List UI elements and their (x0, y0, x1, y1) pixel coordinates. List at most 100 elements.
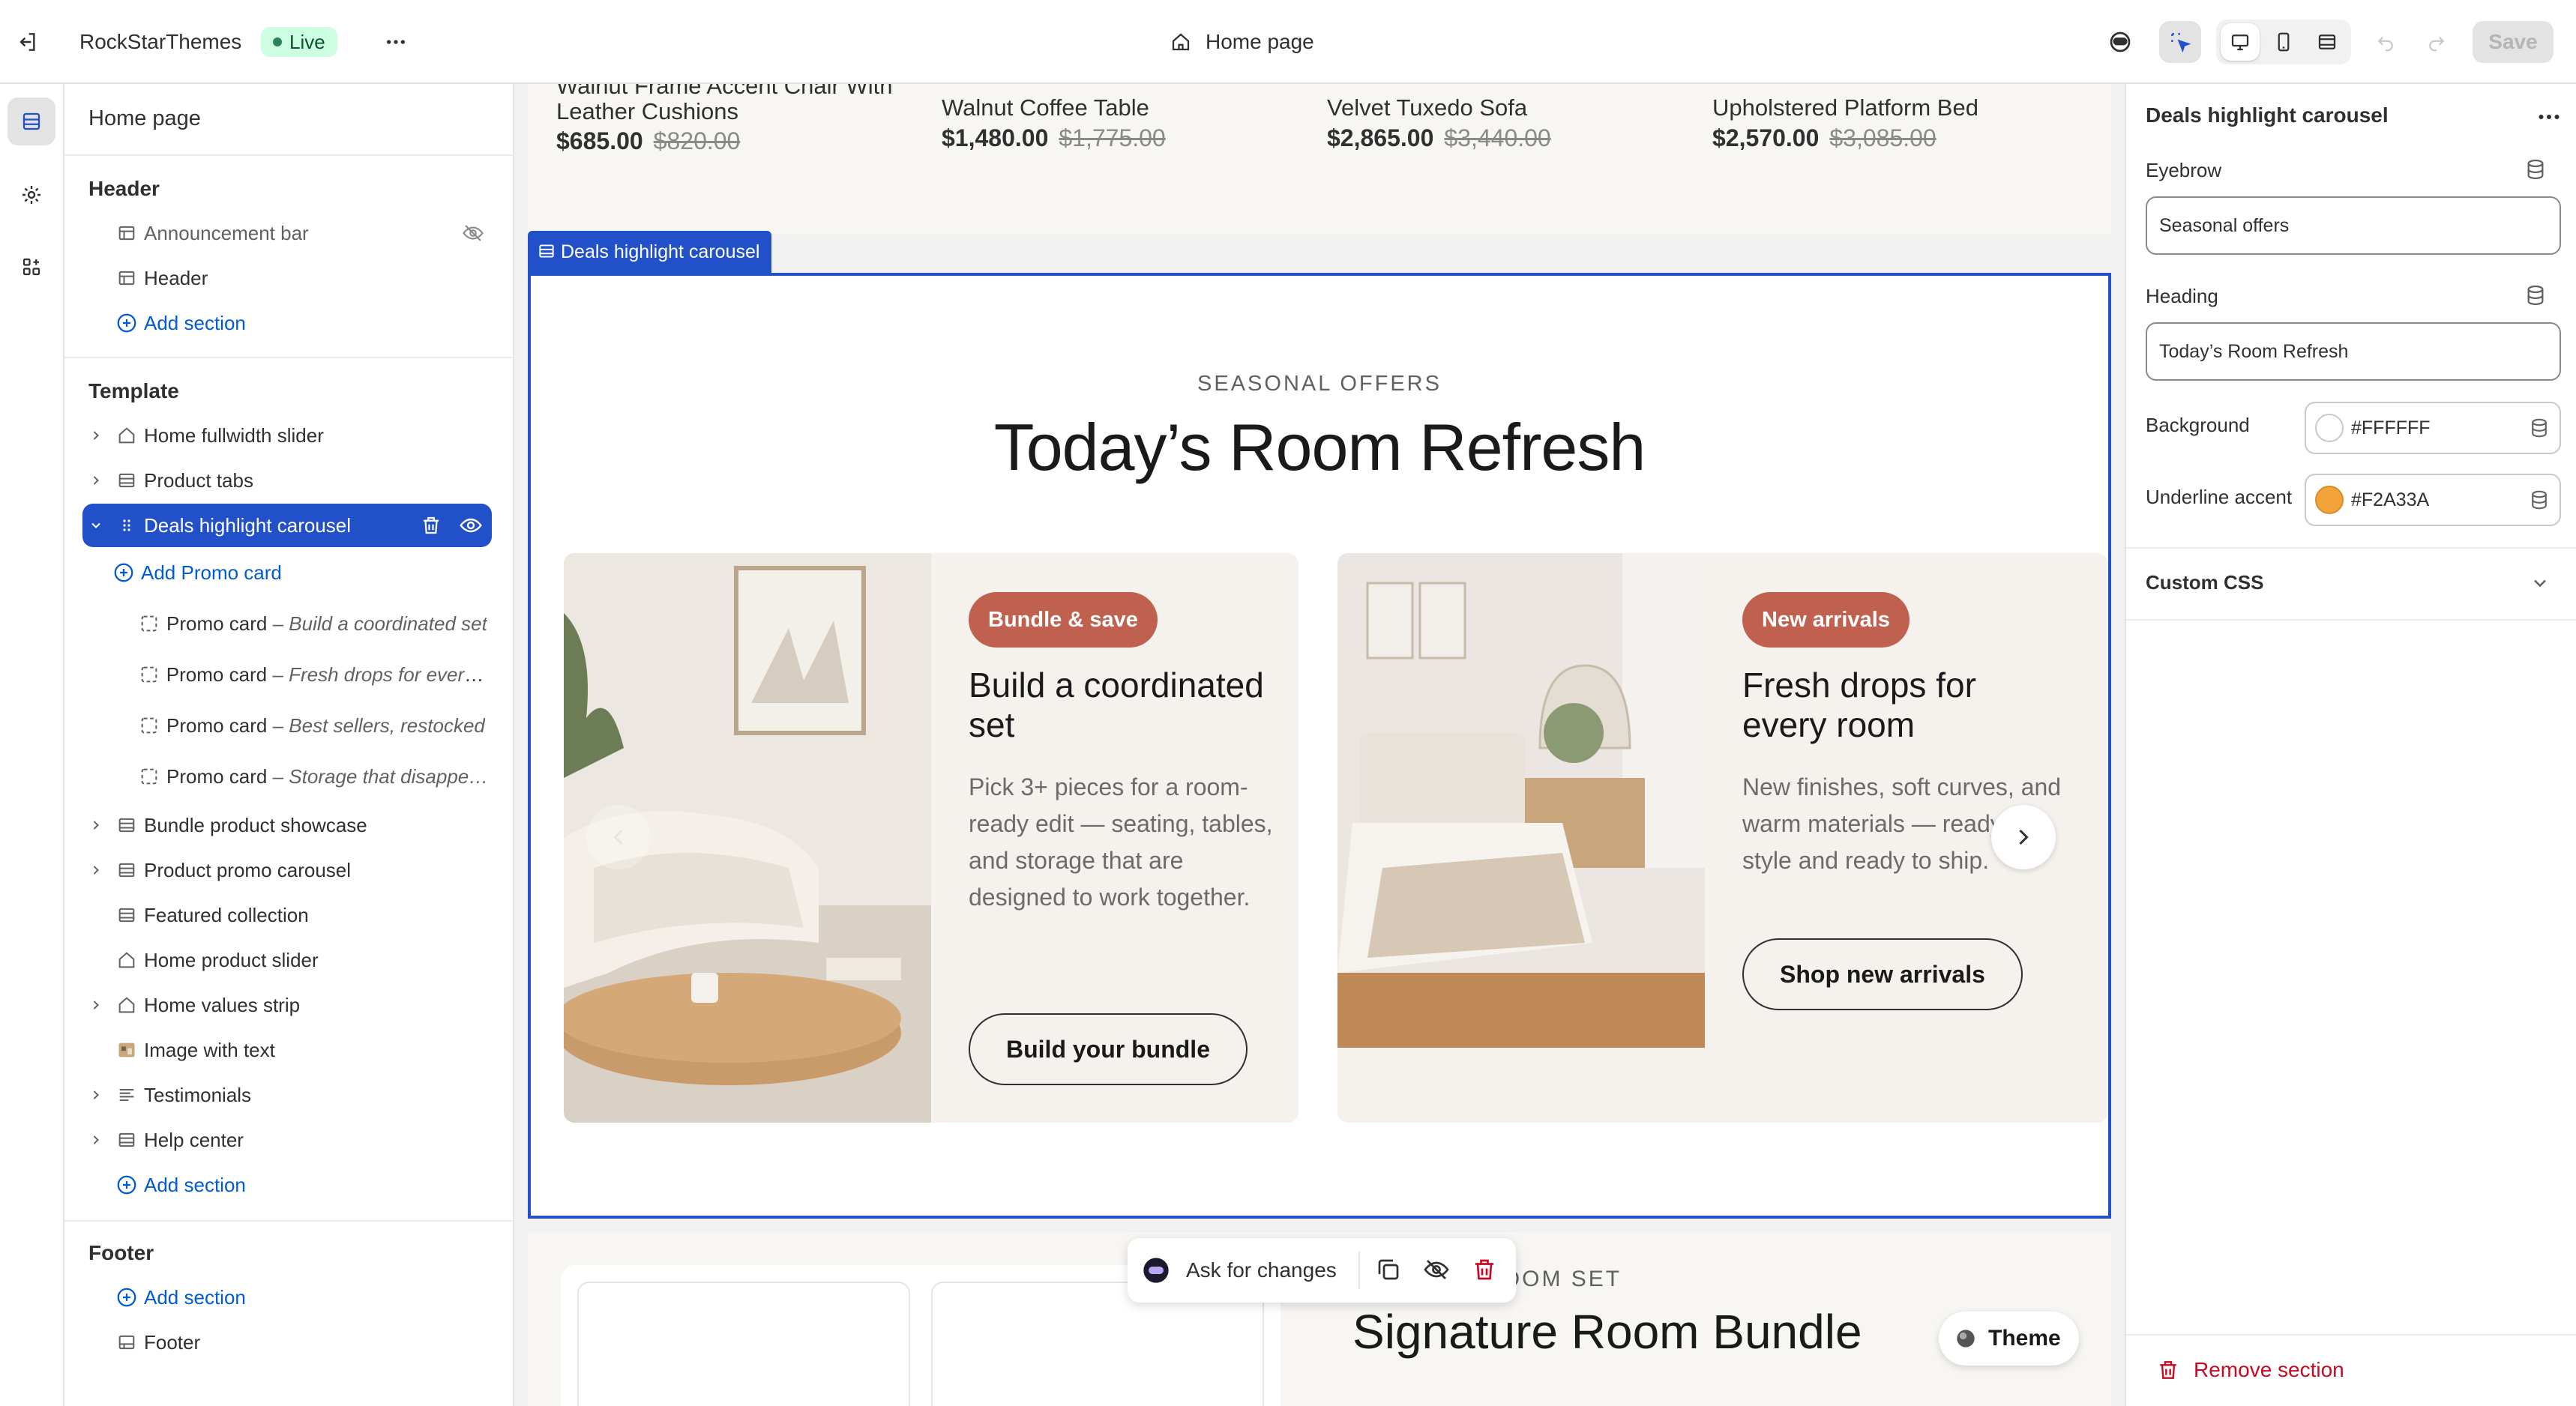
deals-highlight-carousel-section[interactable]: SEASONAL OFFERS Today’s Room Refresh Bun… (528, 273, 2111, 1219)
tree-item-testimonials[interactable]: Testimonials (82, 1075, 492, 1115)
hide-eye-icon[interactable] (1423, 1256, 1450, 1283)
duplicate-icon[interactable] (1375, 1256, 1402, 1283)
delete-trash-icon[interactable] (1471, 1256, 1498, 1283)
tree-item-featured-collection[interactable]: Featured collection (82, 895, 492, 935)
page-selector[interactable]: Home page (1170, 25, 1314, 58)
custom-css-toggle[interactable]: Custom CSS (2146, 571, 2263, 594)
dynamic-source-icon[interactable] (2528, 489, 2551, 511)
section-eyebrow: SEASONAL OFFERS (1197, 372, 1442, 396)
heading-field[interactable]: Today’s Room Refresh (2146, 322, 2561, 381)
tree-item-help-center[interactable]: Help center (82, 1120, 492, 1160)
tree-item-home-fullwidth-slider[interactable]: Home fullwidth slider (82, 415, 492, 456)
store-name[interactable]: RockStarThemes (79, 27, 241, 57)
chevron-right-icon[interactable] (82, 818, 109, 833)
settings-gear-icon[interactable] (7, 171, 55, 219)
selected-section-tag[interactable]: Deals highlight carousel (528, 231, 772, 273)
chevron-right-icon[interactable] (82, 428, 109, 443)
underline-accent-color-picker[interactable]: #F2A33A (2305, 474, 2561, 526)
carousel-prev-arrow-icon[interactable] (586, 805, 651, 869)
tree-item-desc: – Build a coordinated set (272, 612, 487, 635)
add-section-button[interactable]: Add section (82, 1277, 492, 1318)
fullscreen-view-icon[interactable] (2308, 23, 2347, 61)
dynamic-source-icon[interactable] (2524, 157, 2548, 181)
tree-item-header[interactable]: Header (82, 258, 492, 298)
tree-item-announcement-bar[interactable]: Announcement bar (82, 213, 492, 253)
redo-icon[interactable] (2416, 21, 2458, 63)
block-icon (132, 664, 166, 685)
image-thumbnail-icon (109, 1040, 144, 1060)
delete-trash-icon[interactable] (420, 514, 442, 537)
chevron-right-icon[interactable] (82, 1087, 109, 1102)
tree-item-deals-highlight-carousel[interactable]: Deals highlight carousel (82, 504, 492, 547)
tree-item-product-tabs[interactable]: Product tabs (82, 460, 492, 501)
more-actions-icon[interactable] (381, 27, 411, 57)
tree-item-promo-card[interactable]: Promo card – Build a coordinated set (132, 603, 492, 644)
tree-item-image-with-text[interactable]: Image with text (82, 1030, 492, 1070)
save-button[interactable]: Save (2473, 21, 2554, 63)
mobile-view-icon[interactable] (2264, 23, 2303, 61)
inspector-toggle-icon[interactable] (2159, 21, 2201, 63)
carousel-next-arrow-icon[interactable] (1991, 805, 2056, 869)
tree-item-label: Home product slider (144, 948, 319, 971)
tree-item-label: Announcement bar (144, 221, 309, 244)
promo-card[interactable]: Bundle & save Build a coordinated set Pi… (564, 553, 1298, 1123)
apps-icon[interactable] (7, 243, 55, 291)
preview-canvas: Walnut Frame Accent Chair With Leather C… (514, 84, 2125, 1406)
chevron-right-icon[interactable] (82, 1132, 109, 1147)
product-card[interactable]: Walnut Frame Accent Chair With Leather C… (556, 84, 916, 155)
tree-item-home-product-slider[interactable]: Home product slider (82, 940, 492, 980)
hidden-eye-icon[interactable] (462, 222, 484, 244)
product-card[interactable]: Upholstered Platform Bed $2,570.00 $3,085… (1712, 94, 1978, 152)
exit-icon[interactable] (12, 27, 42, 57)
drag-handle-icon[interactable] (109, 516, 144, 534)
plus-circle-icon (109, 1286, 144, 1309)
product-name: Walnut Coffee Table (942, 94, 1149, 121)
tree-item-promo-card[interactable]: Promo card – Fresh drops for every… (132, 654, 492, 695)
remove-section-button[interactable]: Remove section (2156, 1358, 2344, 1382)
product-compare-price: $3,440.00 (1444, 124, 1551, 151)
add-section-button[interactable]: Add section (82, 303, 492, 343)
section-layout-icon (109, 905, 144, 926)
tree-item-promo-card[interactable]: Promo card – Storage that disappe… (132, 756, 492, 797)
visibility-eye-icon[interactable] (459, 513, 483, 537)
undo-icon[interactable] (2365, 21, 2407, 63)
desktop-view-icon[interactable] (2221, 23, 2260, 61)
tree-item-product-promo-carousel[interactable]: Product promo carousel (82, 850, 492, 890)
home-icon (1170, 31, 1192, 53)
tree-item-footer[interactable]: Footer (82, 1322, 492, 1363)
eyebrow-field[interactable]: Seasonal offers (2146, 196, 2561, 255)
add-promo-card-button[interactable]: Add Promo card (106, 552, 492, 593)
top-bar: RockStarThemes Live Home page Save (0, 0, 2576, 84)
ask-for-changes-button[interactable]: Ask for changes (1186, 1258, 1337, 1282)
tree-item-home-values-strip[interactable]: Home values strip (82, 985, 492, 1025)
delete-trash-icon (2156, 1358, 2180, 1382)
section-tag-label: Deals highlight carousel (561, 241, 760, 262)
sidekick-icon[interactable] (2099, 21, 2141, 63)
chevron-right-icon[interactable] (82, 998, 109, 1013)
build-bundle-button[interactable]: Build your bundle (969, 1013, 1248, 1085)
color-swatch (2315, 486, 2344, 514)
underline-accent-label: Underline accent (2146, 486, 2293, 508)
add-section-button[interactable]: Add section (82, 1165, 492, 1205)
tree-item-bundle-product-showcase[interactable]: Bundle product showcase (82, 805, 492, 845)
promo-title: Build a coordinated set (969, 666, 1264, 744)
dynamic-source-icon[interactable] (2524, 283, 2548, 307)
product-price: $2,570.00 (1712, 124, 1820, 151)
product-price: $2,865.00 (1327, 124, 1434, 151)
color-value: #F2A33A (2351, 489, 2430, 510)
more-actions-icon[interactable] (2536, 103, 2563, 130)
tree-item-promo-card[interactable]: Promo card – Best sellers, restocked (132, 705, 492, 746)
sections-icon[interactable] (7, 97, 55, 145)
tree-item-label: Promo card (166, 612, 268, 635)
theme-sphere-icon (1955, 1328, 1976, 1349)
chevron-down-icon[interactable] (2530, 573, 2551, 594)
background-color-picker[interactable]: #FFFFFF (2305, 402, 2561, 454)
dynamic-source-icon[interactable] (2528, 417, 2551, 439)
product-card[interactable]: Walnut Coffee Table $1,480.00 $1,775.00 (942, 94, 1166, 152)
product-card[interactable]: Velvet Tuxedo Sofa $2,865.00 $3,440.00 (1327, 94, 1551, 152)
chevron-down-icon[interactable] (82, 518, 109, 533)
chevron-right-icon[interactable] (82, 473, 109, 488)
theme-button[interactable]: Theme (1939, 1312, 2079, 1366)
shop-new-arrivals-button[interactable]: Shop new arrivals (1742, 938, 2023, 1010)
chevron-right-icon[interactable] (82, 863, 109, 878)
